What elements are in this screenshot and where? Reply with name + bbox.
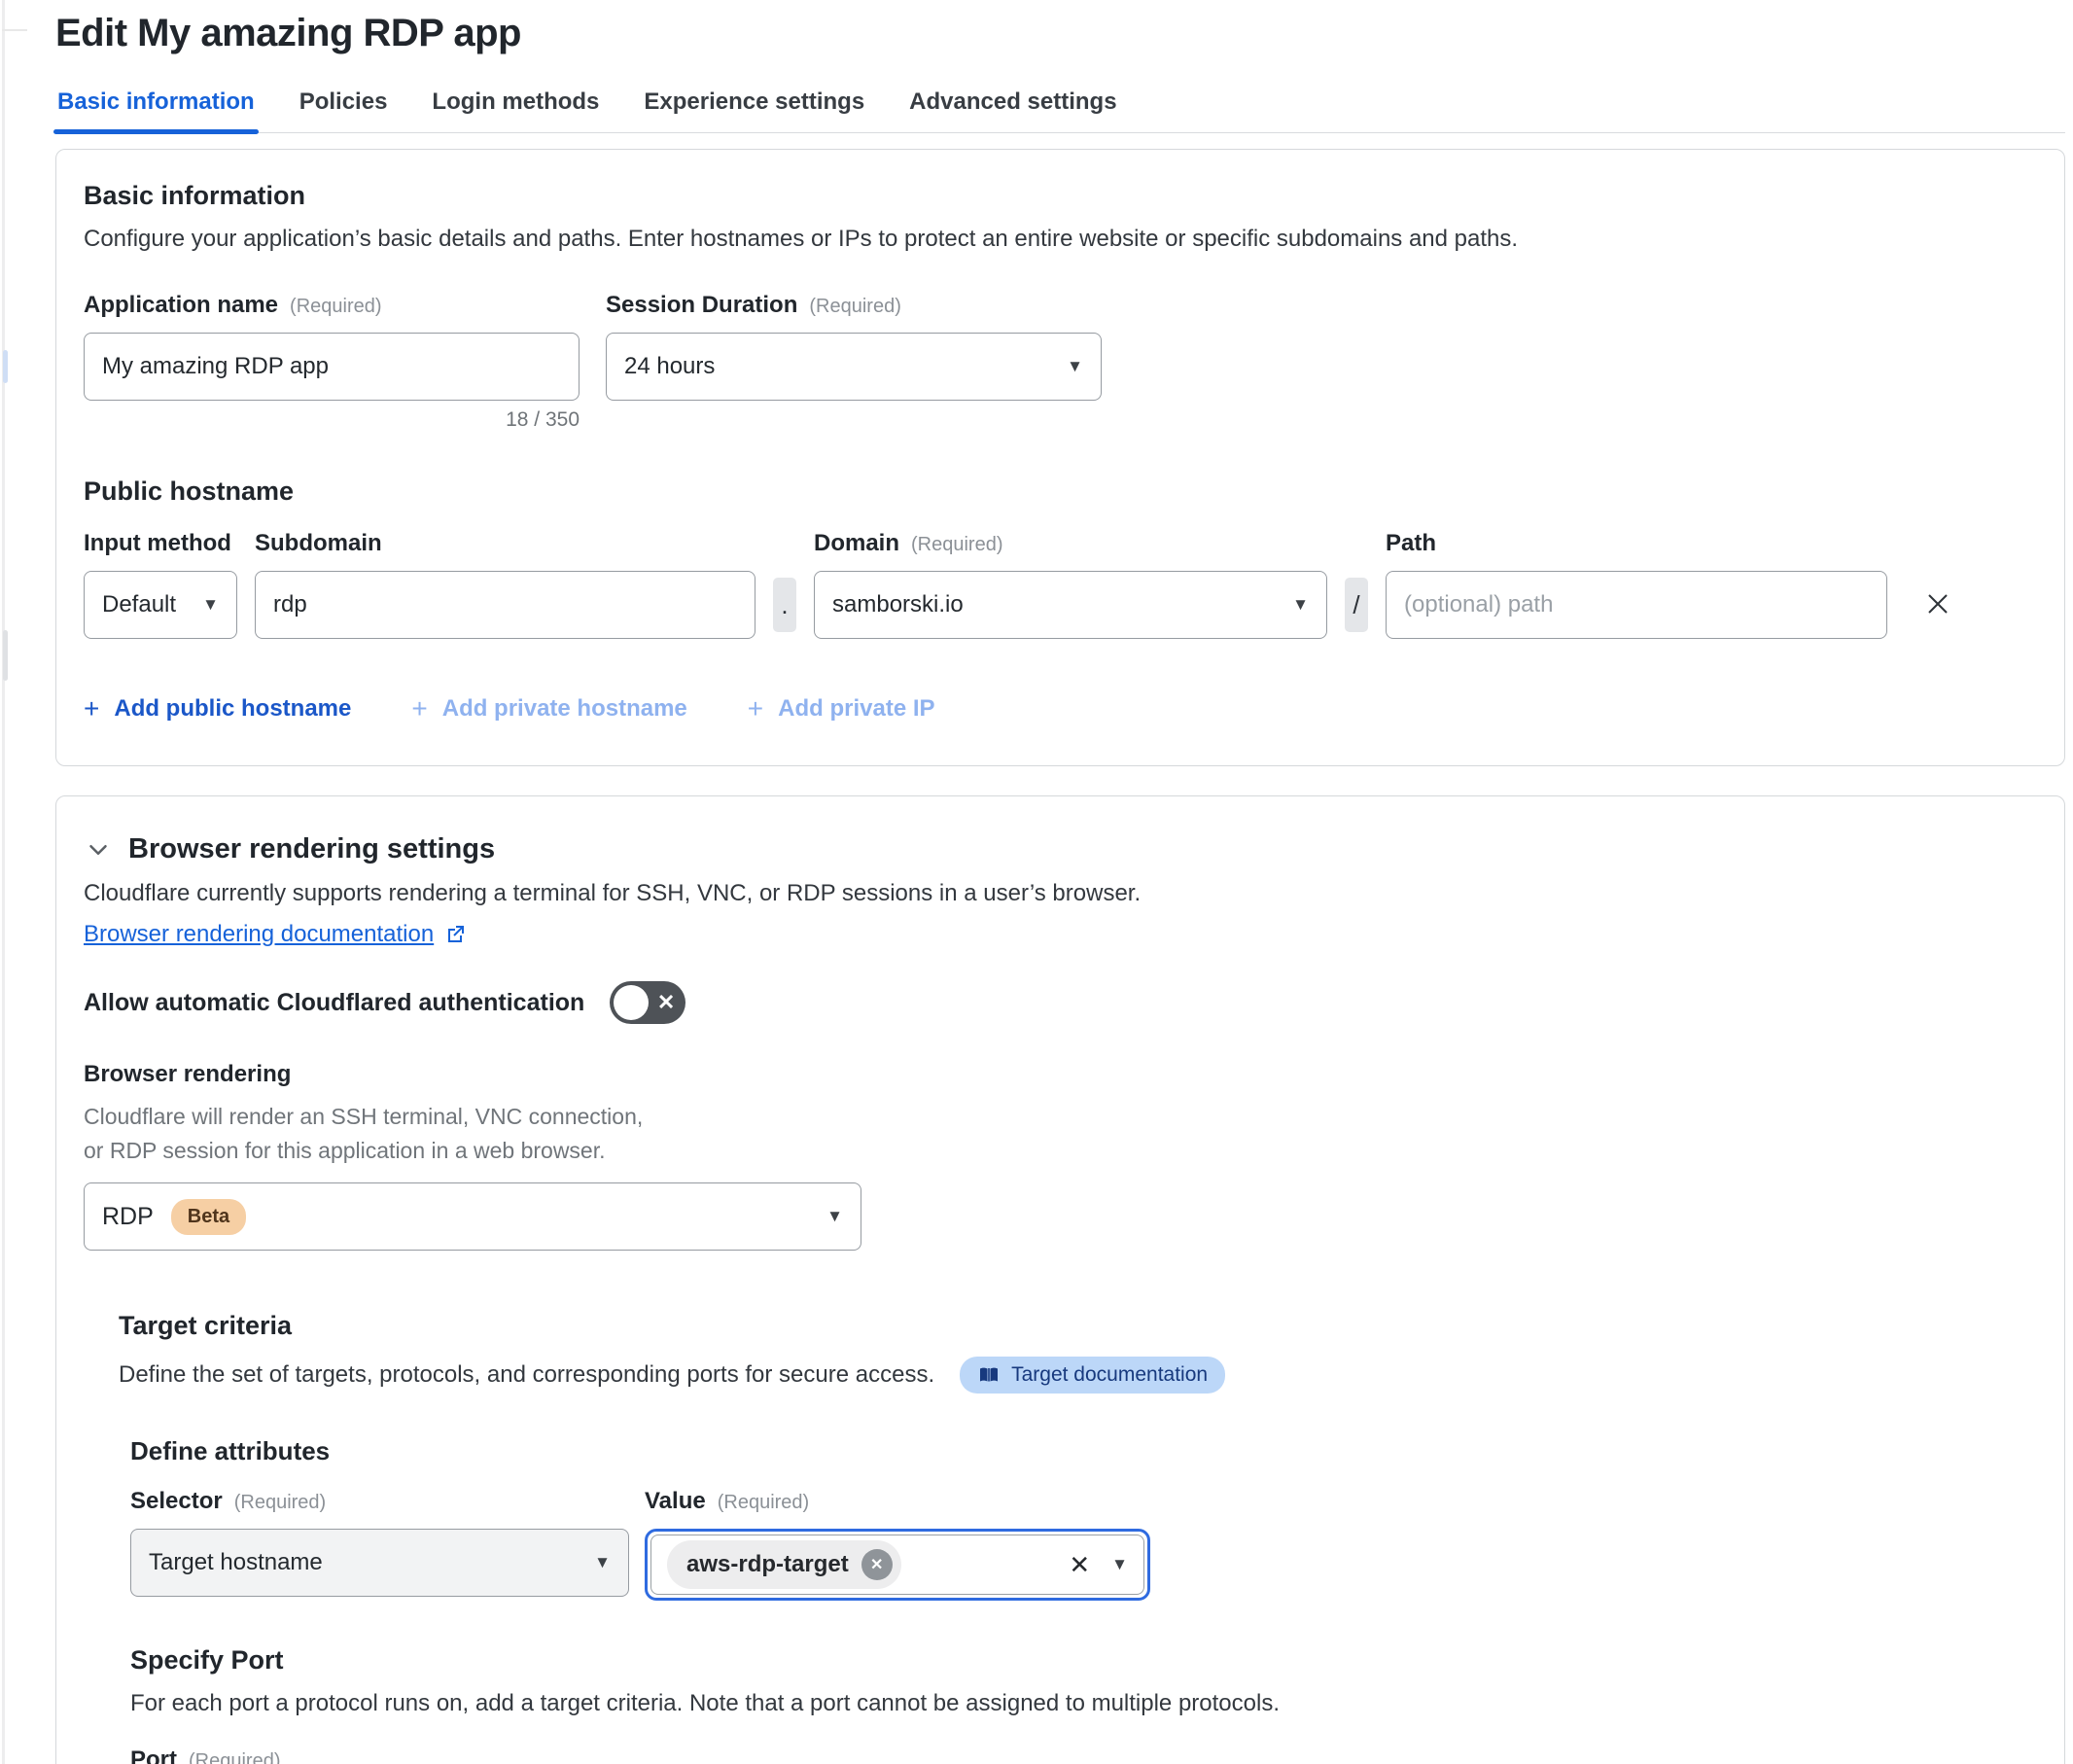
specify-port-description: For each port a protocol runs on, add a … bbox=[130, 1690, 2037, 1717]
add-public-hostname-button[interactable]: + Add public hostname bbox=[84, 693, 351, 724]
tab-policies[interactable]: Policies bbox=[298, 88, 390, 132]
target-documentation-badge[interactable]: Target documentation bbox=[960, 1357, 1225, 1394]
input-method-label: Input method bbox=[84, 530, 237, 557]
input-method-value: Default bbox=[102, 591, 176, 618]
main-content: Edit My amazing RDP app Basic informatio… bbox=[55, 0, 2065, 1764]
browser-rendering-settings-heading: Browser rendering settings bbox=[128, 833, 495, 865]
remove-hostname-button[interactable] bbox=[1922, 588, 1953, 619]
session-duration-label: Session Duration bbox=[606, 292, 797, 319]
add-private-hostname-button[interactable]: + Add private hostname bbox=[411, 693, 686, 724]
toggle-knob bbox=[614, 985, 649, 1020]
session-duration-required: (Required) bbox=[809, 296, 900, 318]
browser-rendering-select[interactable]: RDP Beta ▼ bbox=[84, 1182, 861, 1251]
target-criteria-section: Target criteria Define the set of target… bbox=[119, 1311, 2037, 1764]
chevron-down-icon: ▼ bbox=[1067, 357, 1083, 376]
plus-icon: + bbox=[748, 693, 763, 724]
add-public-hostname-label: Add public hostname bbox=[114, 695, 351, 723]
input-method-select[interactable]: Default ▼ bbox=[84, 571, 237, 639]
basic-information-description: Configure your application’s basic detai… bbox=[84, 226, 2037, 253]
tab-bar: Basic information Policies Login methods… bbox=[55, 88, 2065, 133]
selector-label: Selector bbox=[130, 1488, 223, 1515]
chevron-down-icon: ▼ bbox=[826, 1207, 843, 1226]
specify-port-heading: Specify Port bbox=[130, 1645, 2037, 1676]
add-private-ip-label: Add private IP bbox=[778, 695, 934, 723]
value-label: Value bbox=[645, 1488, 706, 1515]
target-criteria-description: Define the set of targets, protocols, an… bbox=[119, 1361, 934, 1389]
browser-rendering-help-text: Cloudflare will render an SSH terminal, … bbox=[84, 1100, 657, 1167]
book-icon bbox=[977, 1363, 1001, 1387]
application-name-label: Application name bbox=[84, 292, 278, 319]
chevron-down-icon bbox=[84, 835, 113, 864]
subdomain-label: Subdomain bbox=[255, 530, 755, 557]
port-label: Port bbox=[130, 1746, 177, 1764]
clear-value-icon[interactable]: ✕ bbox=[1069, 1550, 1090, 1580]
cloudflared-auth-toggle[interactable]: ✕ bbox=[610, 981, 685, 1024]
selector-select[interactable]: Target hostname ▼ bbox=[130, 1529, 629, 1597]
sidebar-rail-notch bbox=[2, 29, 27, 31]
application-name-input[interactable] bbox=[84, 333, 580, 401]
chevron-down-icon: ▼ bbox=[594, 1553, 611, 1572]
browser-rendering-label: Browser rendering bbox=[84, 1061, 2037, 1088]
collapse-toggle-button[interactable] bbox=[84, 835, 113, 864]
hostname-actions-row: + Add public hostname + Add private host… bbox=[84, 693, 2037, 738]
chip-remove-icon[interactable]: ✕ bbox=[861, 1549, 893, 1580]
basic-information-heading: Basic information bbox=[84, 181, 2037, 211]
domain-label: Domain bbox=[814, 530, 899, 557]
add-private-hostname-label: Add private hostname bbox=[442, 695, 687, 723]
port-required: (Required) bbox=[189, 1750, 280, 1764]
application-name-char-count: 18 / 350 bbox=[84, 408, 580, 432]
toggle-off-x-icon: ✕ bbox=[657, 990, 675, 1015]
cloudflared-auth-label: Allow automatic Cloudflared authenticati… bbox=[84, 989, 584, 1017]
plus-icon: + bbox=[411, 693, 427, 724]
dot-separator: . bbox=[773, 578, 796, 632]
target-documentation-label: Target documentation bbox=[1011, 1363, 1208, 1387]
sidebar-rail-active-segment bbox=[3, 350, 8, 383]
page-title: Edit My amazing RDP app bbox=[55, 12, 2065, 55]
external-link-icon bbox=[443, 923, 467, 946]
application-name-required: (Required) bbox=[290, 296, 381, 318]
basic-information-card: Basic information Configure your applica… bbox=[55, 149, 2065, 766]
value-chip-label: aws-rdp-target bbox=[686, 1551, 849, 1578]
public-hostname-row: Input method Default ▼ Subdomain . Domai… bbox=[84, 530, 2037, 639]
domain-value: samborski.io bbox=[832, 591, 964, 618]
target-criteria-heading: Target criteria bbox=[119, 1311, 2037, 1341]
chevron-down-icon[interactable]: ▼ bbox=[1111, 1555, 1128, 1574]
chevron-down-icon: ▼ bbox=[202, 595, 219, 615]
session-duration-value: 24 hours bbox=[624, 353, 715, 380]
define-attributes-heading: Define attributes bbox=[130, 1436, 2037, 1466]
domain-required: (Required) bbox=[911, 534, 1002, 556]
chevron-down-icon: ▼ bbox=[1292, 595, 1309, 615]
value-chip: aws-rdp-target ✕ bbox=[667, 1540, 901, 1589]
browser-rendering-value: RDP bbox=[102, 1203, 154, 1231]
selector-required: (Required) bbox=[234, 1492, 326, 1514]
beta-badge: Beta bbox=[171, 1199, 246, 1235]
plus-icon: + bbox=[84, 693, 99, 724]
path-input[interactable] bbox=[1386, 571, 1887, 639]
domain-select[interactable]: samborski.io ▼ bbox=[814, 571, 1327, 639]
public-hostname-heading: Public hostname bbox=[84, 476, 2037, 507]
subdomain-input[interactable] bbox=[255, 571, 755, 639]
add-private-ip-button[interactable]: + Add private IP bbox=[748, 693, 935, 724]
browser-rendering-card: Browser rendering settings Cloudflare cu… bbox=[55, 795, 2065, 1764]
session-duration-select[interactable]: 24 hours ▼ bbox=[606, 333, 1102, 401]
path-label: Path bbox=[1386, 530, 1887, 557]
value-multiselect[interactable]: aws-rdp-target ✕ ✕ ▼ bbox=[645, 1529, 1150, 1601]
tab-advanced-settings[interactable]: Advanced settings bbox=[907, 88, 1118, 132]
tab-basic-information[interactable]: Basic information bbox=[55, 88, 257, 132]
sidebar-rail-grey-segment bbox=[3, 630, 8, 681]
collapsed-sidebar-rail bbox=[2, 0, 5, 1764]
selector-value: Target hostname bbox=[149, 1549, 323, 1576]
slash-separator: / bbox=[1345, 578, 1368, 632]
tab-login-methods[interactable]: Login methods bbox=[430, 88, 601, 132]
value-required: (Required) bbox=[718, 1492, 809, 1514]
browser-rendering-description: Cloudflare currently supports rendering … bbox=[84, 880, 2037, 907]
close-icon bbox=[1922, 588, 1953, 619]
tab-experience-settings[interactable]: Experience settings bbox=[642, 88, 866, 132]
browser-rendering-doc-link[interactable]: Browser rendering documentation bbox=[84, 921, 434, 948]
